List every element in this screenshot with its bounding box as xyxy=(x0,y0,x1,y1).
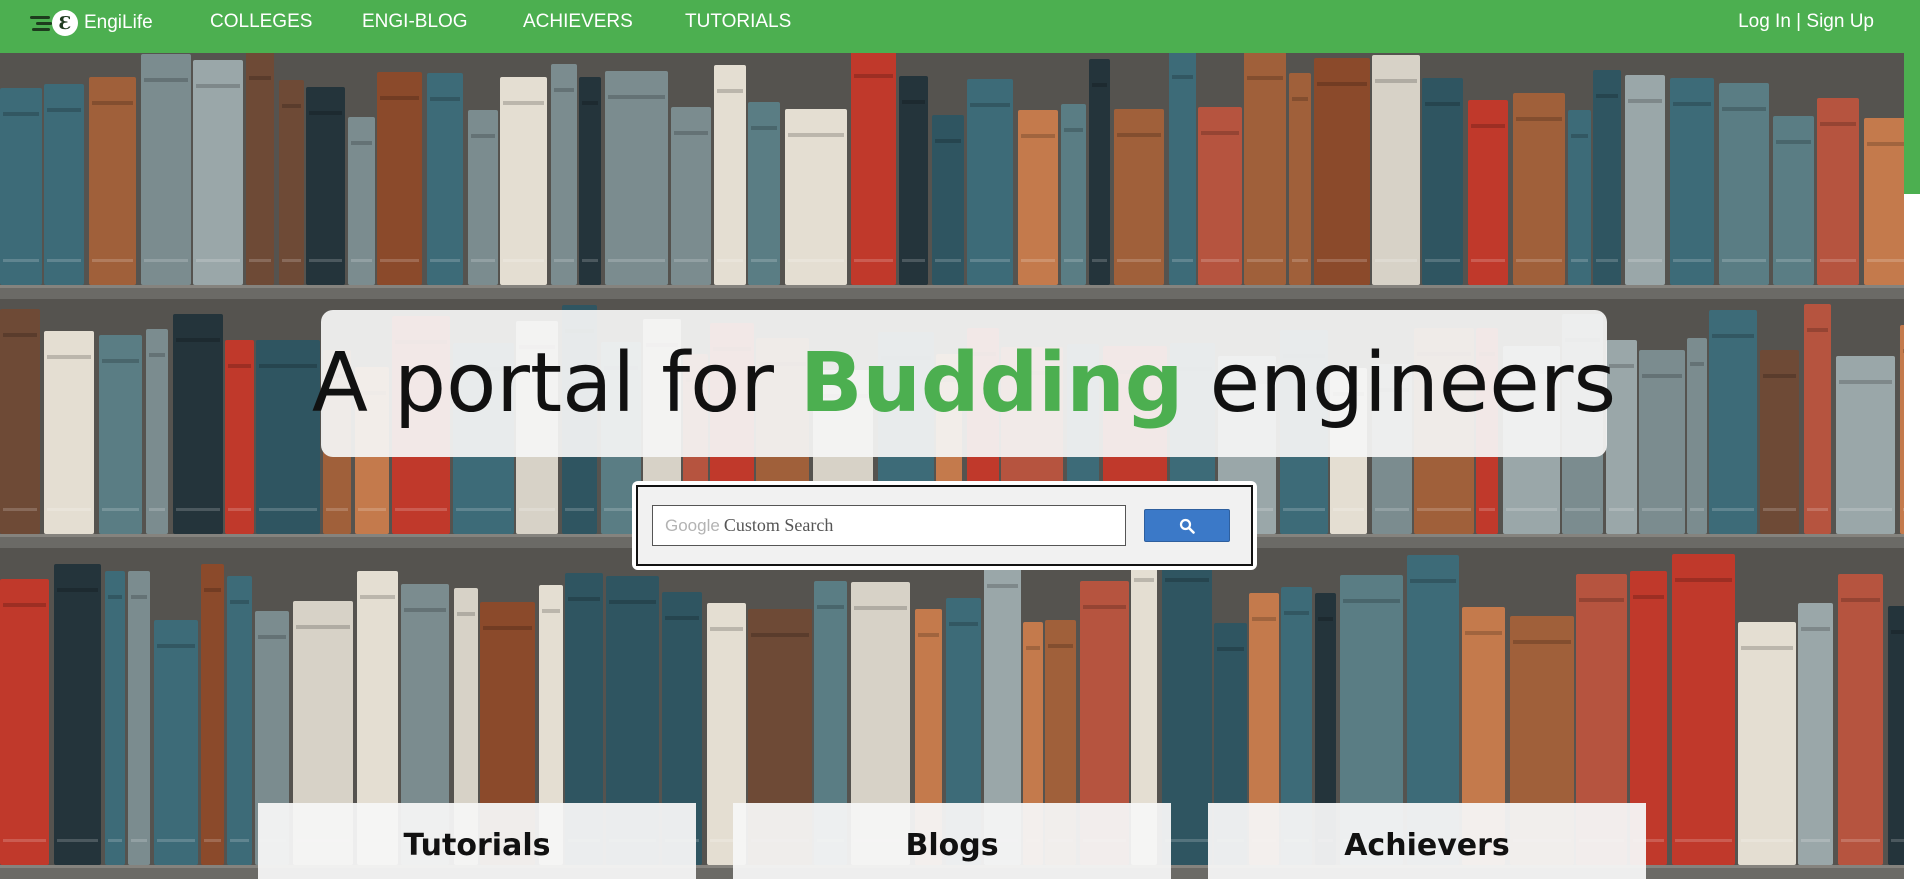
headline-panel: A portal for Budding engineers xyxy=(312,310,1616,457)
auth-separator: | xyxy=(1790,11,1807,32)
nav-link-achievers[interactable]: ACHIEVERS xyxy=(523,11,633,33)
top-navbar: Ɛ EngiLife COLLEGES ENGI-BLOG ACHIEVERS … xyxy=(0,0,1920,53)
search-input[interactable]: Google Custom Search xyxy=(652,505,1126,546)
nav-link-colleges[interactable]: COLLEGES xyxy=(210,11,312,33)
auth-links: Log In | Sign Up xyxy=(1738,11,1874,33)
card-title-blogs: Blogs xyxy=(905,828,999,863)
search-icon xyxy=(1179,518,1195,534)
headline-accent: Budding xyxy=(800,336,1184,431)
card-title-tutorials: Tutorials xyxy=(403,828,551,863)
brand-name: EngiLife xyxy=(84,12,153,33)
nav-link-tutorials[interactable]: TUTORIALS xyxy=(685,11,791,33)
login-link[interactable]: Log In xyxy=(1738,11,1791,32)
card-tutorials[interactable]: Tutorials xyxy=(258,803,696,879)
card-blogs[interactable]: Blogs xyxy=(733,803,1171,879)
signup-link[interactable]: Sign Up xyxy=(1806,11,1874,32)
page-scrollbar[interactable] xyxy=(1904,53,1920,879)
card-title-achievers: Achievers xyxy=(1344,828,1510,863)
nav-link-engi-blog[interactable]: ENGI-BLOG xyxy=(362,11,468,33)
search-form: Google Custom Search xyxy=(636,485,1253,566)
search-panel: Google Custom Search xyxy=(632,481,1257,570)
bookshelf-image xyxy=(0,53,1904,879)
search-placeholder: Custom Search xyxy=(723,515,834,535)
engilife-logo-icon: Ɛ xyxy=(30,10,80,36)
brand-link[interactable]: Ɛ EngiLife xyxy=(30,10,153,36)
card-achievers[interactable]: Achievers xyxy=(1208,803,1646,879)
google-watermark: Google xyxy=(665,515,720,535)
hero-bookshelf-background xyxy=(0,53,1904,879)
hero-headline: A portal for Budding engineers xyxy=(311,336,1617,431)
search-button[interactable] xyxy=(1144,509,1230,542)
